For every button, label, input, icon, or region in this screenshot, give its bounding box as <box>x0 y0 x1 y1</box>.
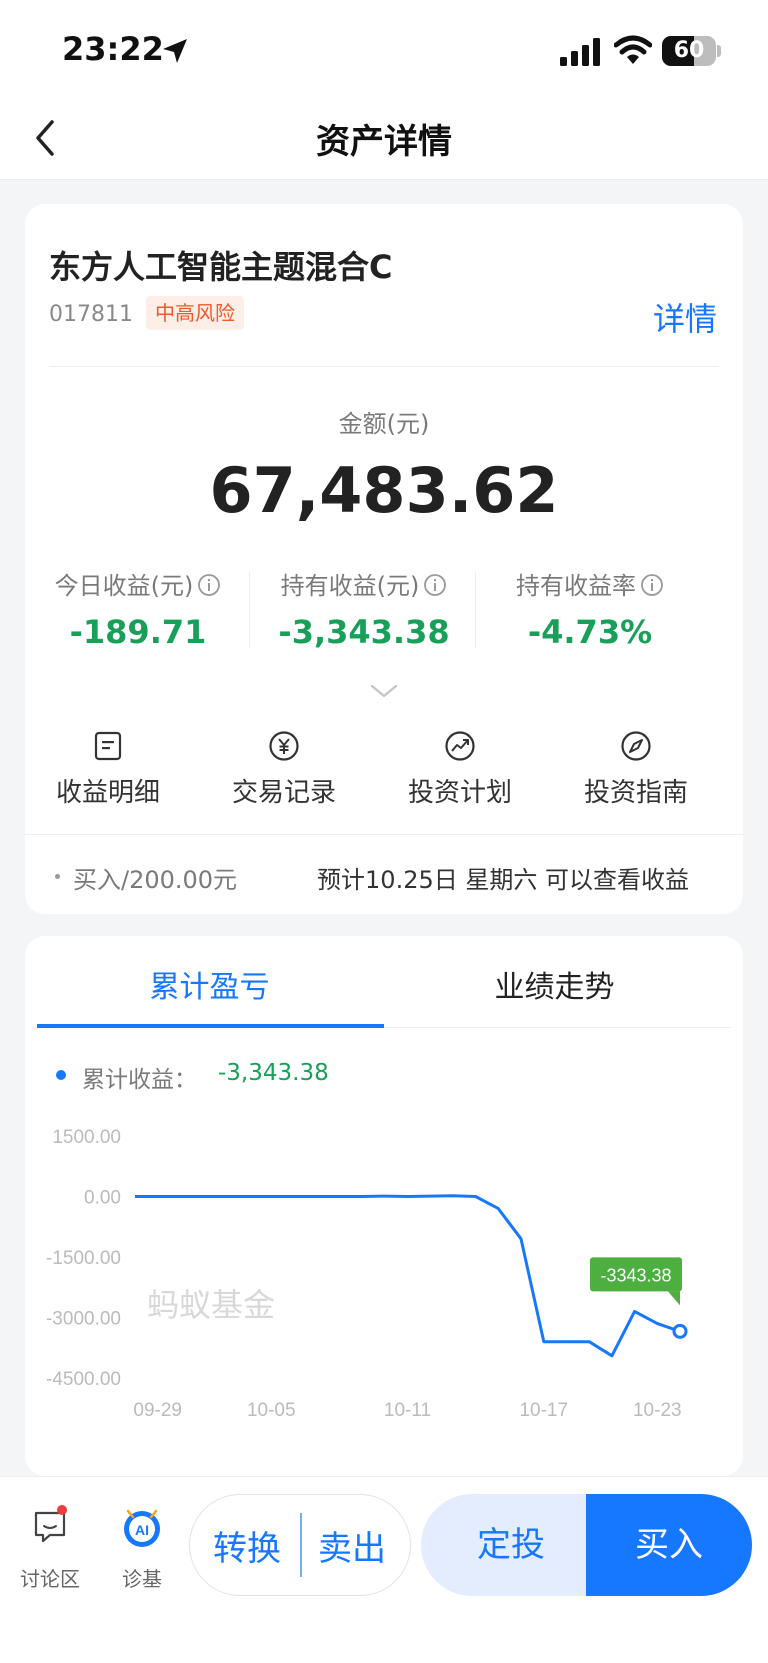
legend-label: 累计收益： <box>82 1067 197 1093</box>
chart-card: 累计盈亏 业绩走势 累计收益： -3,343.38 蚂蚁基金 1500.00 0.… <box>25 936 743 1476</box>
quick-action-label: 投资计划 <box>407 778 512 808</box>
x-tick-label: 09-29 <box>133 1400 182 1421</box>
metric-label-text: 持有收益(元) <box>280 572 420 600</box>
ai-diagnose-icon[interactable]: AI <box>121 1505 163 1549</box>
tooltip-pointer <box>668 1291 680 1306</box>
active-tab-indicator <box>37 1024 384 1028</box>
earnings-estimate-note: 预计10.25日 星期六 可以查看收益 <box>317 866 689 894</box>
metric-label-text: 今日收益(元) <box>54 572 194 600</box>
bullet-dot <box>55 874 60 879</box>
watermark: 蚂蚁基金 <box>147 1287 275 1323</box>
nav-bar: 资产详情 <box>0 96 768 180</box>
x-tick-label: 10-17 <box>519 1400 568 1421</box>
metric-value: -189.71 <box>69 613 207 651</box>
bottom-action-bar: 讨论区 AI 诊基 转换 卖出 定投 买入 <box>0 1476 768 1663</box>
tab-performance-trend[interactable]: 业绩走势 <box>382 962 727 1006</box>
y-tick-label: -1500.00 <box>46 1248 121 1269</box>
quick-action-label: 投资指南 <box>583 778 688 808</box>
yuan-icon <box>269 731 299 761</box>
quick-action-invest-guide[interactable]: 投资指南 <box>561 730 711 809</box>
quick-action-invest-plan[interactable]: 投资计划 <box>385 730 535 809</box>
fund-detail-link[interactable]: 详情 <box>653 294 717 340</box>
metric-label-text: 持有收益率 <box>516 572 636 600</box>
metric-label: 持有收益率 <box>477 566 703 601</box>
notification-dot <box>57 1505 67 1515</box>
metric-value: -3,343.38 <box>278 613 450 651</box>
sell-button[interactable]: 卖出 <box>318 1521 386 1570</box>
quick-action-label: 收益明细 <box>55 778 160 808</box>
trend-icon <box>445 731 475 761</box>
status-time: 23:22 <box>62 30 164 68</box>
metric-label: 今日收益(元) <box>25 566 251 601</box>
document-icon <box>94 731 122 761</box>
x-tick-label: 10-11 <box>384 1400 431 1421</box>
legend-value: -3,343.38 <box>218 1060 329 1086</box>
end-point-marker <box>672 1323 688 1339</box>
compass-icon <box>621 731 651 761</box>
y-tick-label: 1500.00 <box>52 1127 121 1148</box>
y-tick-label: 0.00 <box>84 1188 121 1209</box>
auto-invest-button[interactable]: 定投 <box>421 1494 601 1596</box>
quick-action-earnings-detail[interactable]: 收益明细 <box>33 730 183 809</box>
fund-summary-card: 东方人工智能主题混合C 017811 中高风险 详情 金额(元) 67,483.… <box>25 204 743 914</box>
cumulative-pnl-chart[interactable]: 蚂蚁基金 1500.00 0.00 -1500.00 -3000.00 -4500.00… <box>25 1116 743 1456</box>
battery-icon: 60 <box>662 36 716 66</box>
y-tick-label: -4500.00 <box>46 1369 121 1390</box>
battery-level-text: 60 <box>673 38 705 63</box>
battery-cap <box>717 45 721 57</box>
location-arrow-icon <box>163 39 187 63</box>
expand-chevron-icon[interactable] <box>369 682 399 700</box>
tooltip-value: -3343.38 <box>600 1265 671 1285</box>
fund-code: 017811 <box>49 302 133 327</box>
metric-holding-rate: 持有收益率 -4.73% <box>477 566 703 651</box>
diagnose-label[interactable]: 诊基 <box>102 1563 182 1592</box>
metric-label: 持有收益(元) <box>251 566 477 601</box>
fund-name: 东方人工智能主题混合C <box>49 248 393 286</box>
buy-button[interactable]: 买入 <box>586 1494 752 1596</box>
info-icon[interactable] <box>640 573 664 597</box>
divider <box>49 366 719 367</box>
info-icon[interactable] <box>197 573 221 597</box>
legend-dot <box>56 1070 66 1080</box>
convert-button[interactable]: 转换 <box>213 1521 281 1570</box>
discussion-label[interactable]: 讨论区 <box>10 1563 90 1592</box>
x-tick-label: 10-05 <box>247 1400 296 1421</box>
quick-action-label: 交易记录 <box>231 778 336 808</box>
amount-value: 67,483.62 <box>209 454 559 527</box>
risk-badge: 中高风险 <box>146 296 244 330</box>
pending-buy-amount: 买入/200.00元 <box>73 866 238 894</box>
metric-separator <box>249 572 250 648</box>
info-icon[interactable] <box>423 573 447 597</box>
x-tick-label: 10-23 <box>633 1400 682 1421</box>
tab-cumulative-pnl[interactable]: 累计盈亏 <box>37 962 382 1006</box>
metric-today-earnings: 今日收益(元) -189.71 <box>25 566 251 651</box>
metric-holding-earnings: 持有收益(元) -3,343.38 <box>251 566 477 651</box>
quick-action-trade-records[interactable]: 交易记录 <box>209 730 359 809</box>
page-title: 资产详情 <box>316 122 452 162</box>
cellular-signal-icon <box>560 38 600 66</box>
ai-badge-text: AI <box>135 1522 149 1538</box>
divider <box>25 834 743 835</box>
metric-value: -4.73% <box>527 613 653 651</box>
status-bar: 23:22 60 <box>0 0 768 96</box>
y-tick-label: -3000.00 <box>46 1309 121 1330</box>
metric-separator <box>475 572 476 648</box>
amount-label: 金额(元) <box>338 410 430 438</box>
pill-separator <box>300 1513 302 1577</box>
wifi-icon <box>614 35 652 64</box>
